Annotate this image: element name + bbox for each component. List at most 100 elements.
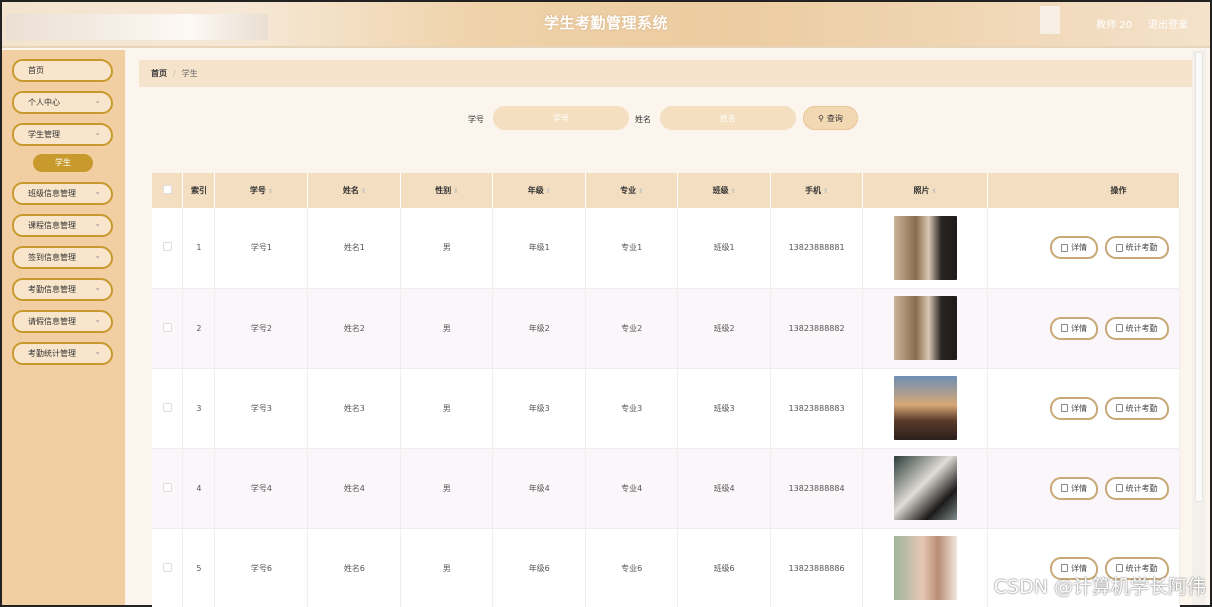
name-input[interactable] bbox=[660, 106, 796, 130]
cell-student-no: 学号3 bbox=[214, 368, 309, 449]
sidebar-item-attendance-stats[interactable]: 考勤统计管理 ⌄ bbox=[12, 342, 113, 365]
table-row: 4 学号4 姓名4 男 年级4 专业4 班级4 13823888884 详情 统… bbox=[152, 448, 1180, 529]
cell-gender: 男 bbox=[400, 448, 494, 529]
sidebar: 首页 个人中心 ⌄ 学生管理 ⌄ 学生 班级信息管理 ⌄ 课程信息管理 ⌄ 签到… bbox=[2, 50, 125, 605]
chevron-down-icon: ⌄ bbox=[94, 96, 101, 105]
breadcrumb: 首页 / 学生 bbox=[139, 60, 1192, 87]
document-icon bbox=[1061, 404, 1068, 412]
column-header-grade[interactable]: 年级 ⇕ bbox=[492, 173, 587, 208]
cell-major: 专业4 bbox=[585, 448, 679, 529]
sidebar-item-leave-info[interactable]: 请假信息管理 ⌄ bbox=[12, 310, 113, 333]
column-header-label: 照片 bbox=[913, 186, 930, 195]
cell-photo bbox=[862, 208, 988, 289]
cell-gender: 男 bbox=[400, 528, 494, 607]
cell-actions: 详情 统计考勤 bbox=[987, 208, 1180, 289]
sort-icon[interactable]: ⇕ bbox=[638, 188, 643, 195]
sort-icon[interactable]: ⇕ bbox=[546, 188, 551, 195]
sort-icon[interactable]: ⇕ bbox=[932, 188, 937, 195]
sidebar-item-label: 请假信息管理 bbox=[28, 317, 76, 326]
document-icon bbox=[1115, 243, 1123, 252]
table-row: 1 学号1 姓名1 男 年级1 专业1 班级1 13823888881 详情 统… bbox=[152, 208, 1180, 289]
sidebar-item-class-info[interactable]: 班级信息管理 ⌄ bbox=[12, 182, 113, 205]
cell-name: 姓名4 bbox=[307, 448, 402, 529]
attendance-stats-button[interactable]: 统计考勤 bbox=[1104, 396, 1169, 420]
cell-grade: 年级4 bbox=[492, 448, 587, 529]
row-checkbox[interactable] bbox=[162, 242, 172, 252]
row-checkbox[interactable] bbox=[162, 482, 172, 492]
sort-icon[interactable]: ⇕ bbox=[361, 188, 366, 195]
app-title: 学生考勤管理系统 bbox=[543, 14, 668, 32]
column-header-major[interactable]: 专业 ⇕ bbox=[585, 173, 679, 208]
detail-button[interactable]: 详情 bbox=[1050, 396, 1098, 420]
document-icon bbox=[1061, 484, 1068, 492]
column-header-label: 姓名 bbox=[342, 186, 359, 195]
select-all-checkbox[interactable] bbox=[162, 185, 172, 194]
cell-photo bbox=[862, 528, 988, 607]
vertical-scrollbar[interactable] bbox=[1192, 50, 1206, 605]
column-header-label: 手机 bbox=[805, 186, 822, 195]
cell-name: 姓名3 bbox=[307, 368, 402, 449]
sort-icon[interactable]: ⇕ bbox=[823, 188, 828, 195]
sidebar-item-student-management[interactable]: 学生管理 ⌄ bbox=[12, 123, 113, 146]
cell-photo bbox=[862, 448, 988, 529]
search-button-label: 查询 bbox=[826, 113, 843, 123]
cell-student-no: 学号4 bbox=[214, 448, 309, 529]
sidebar-item-personal-center[interactable]: 个人中心 ⌄ bbox=[12, 91, 113, 114]
cell-phone: 13823888881 bbox=[770, 208, 864, 289]
detail-button[interactable]: 详情 bbox=[1050, 236, 1098, 260]
detail-button[interactable]: 详情 bbox=[1050, 316, 1098, 340]
logout-link[interactable]: 退出登录 bbox=[1148, 16, 1188, 31]
cell-major: 专业1 bbox=[585, 208, 679, 289]
column-header-student-no[interactable]: 学号 ⇕ bbox=[214, 173, 309, 208]
column-header-name[interactable]: 姓名 ⇕ bbox=[307, 173, 402, 208]
document-icon bbox=[1061, 243, 1068, 252]
cell-major: 专业2 bbox=[585, 288, 679, 369]
sidebar-item-attendance-info[interactable]: 考勤信息管理 ⌄ bbox=[12, 278, 113, 301]
attendance-stats-button[interactable]: 统计考勤 bbox=[1104, 476, 1169, 500]
attendance-stats-button[interactable]: 统计考勤 bbox=[1104, 236, 1169, 260]
student-no-input[interactable] bbox=[493, 106, 629, 130]
cell-actions: 详情 统计考勤 bbox=[987, 448, 1180, 529]
search-icon: ⚲ bbox=[818, 113, 824, 123]
document-icon bbox=[1115, 404, 1123, 412]
attendance-stats-button[interactable]: 统计考勤 bbox=[1104, 316, 1169, 340]
cell-grade: 年级3 bbox=[492, 368, 587, 449]
row-checkbox[interactable] bbox=[162, 402, 172, 412]
row-checkbox[interactable] bbox=[162, 322, 172, 332]
sort-icon[interactable]: ⇕ bbox=[731, 188, 736, 195]
cell-index: 4 bbox=[182, 448, 216, 529]
column-header-class[interactable]: 班级 ⇕ bbox=[677, 173, 772, 208]
sort-icon[interactable]: ⇕ bbox=[453, 188, 458, 195]
sidebar-subitem-student[interactable]: 学生 bbox=[33, 154, 93, 172]
cell-phone: 13823888886 bbox=[770, 528, 864, 607]
cell-major: 专业3 bbox=[585, 368, 679, 449]
student-table: 索引 学号 ⇕ 姓名 ⇕ 性别 ⇕ 年级 ⇕ 专业 ⇕ 班级 ⇕ 手机 ⇕ 照片 ⇕ 操作 1 … bbox=[152, 173, 1180, 607]
row-checkbox[interactable] bbox=[162, 562, 172, 572]
sort-icon[interactable]: ⇕ bbox=[268, 188, 273, 195]
student-photo bbox=[893, 296, 957, 360]
student-photo bbox=[893, 215, 957, 280]
detail-button[interactable]: 详情 bbox=[1050, 476, 1098, 500]
column-header-label: 学号 bbox=[249, 186, 266, 195]
cell-class: 班级6 bbox=[677, 528, 772, 607]
sidebar-item-course-info[interactable]: 课程信息管理 ⌄ bbox=[12, 214, 113, 237]
cell-index: 1 bbox=[182, 208, 216, 289]
select-all-cell bbox=[152, 173, 184, 208]
cell-name: 姓名1 bbox=[307, 208, 402, 289]
document-icon bbox=[1061, 324, 1068, 332]
chevron-down-icon: ⌄ bbox=[94, 219, 101, 228]
sidebar-item-home[interactable]: 首页 bbox=[12, 59, 113, 82]
cell-index: 3 bbox=[182, 368, 216, 449]
stats-button-label: 统计考勤 bbox=[1125, 483, 1158, 493]
column-header-phone[interactable]: 手机 ⇕ bbox=[770, 173, 864, 208]
column-header-gender[interactable]: 性别 ⇕ bbox=[400, 173, 494, 208]
breadcrumb-home[interactable]: 首页 bbox=[151, 68, 167, 79]
stats-button-label: 统计考勤 bbox=[1125, 323, 1158, 333]
search-button[interactable]: ⚲ 查询 bbox=[803, 106, 858, 130]
chevron-down-icon: ⌄ bbox=[94, 187, 101, 196]
student-photo bbox=[893, 456, 957, 520]
column-header-photo[interactable]: 照片 ⇕ bbox=[862, 173, 988, 208]
sidebar-item-signin-info[interactable]: 签到信息管理 ⌄ bbox=[12, 246, 113, 269]
scrollbar-thumb[interactable] bbox=[1195, 52, 1203, 502]
sidebar-item-label: 课程信息管理 bbox=[28, 221, 76, 230]
